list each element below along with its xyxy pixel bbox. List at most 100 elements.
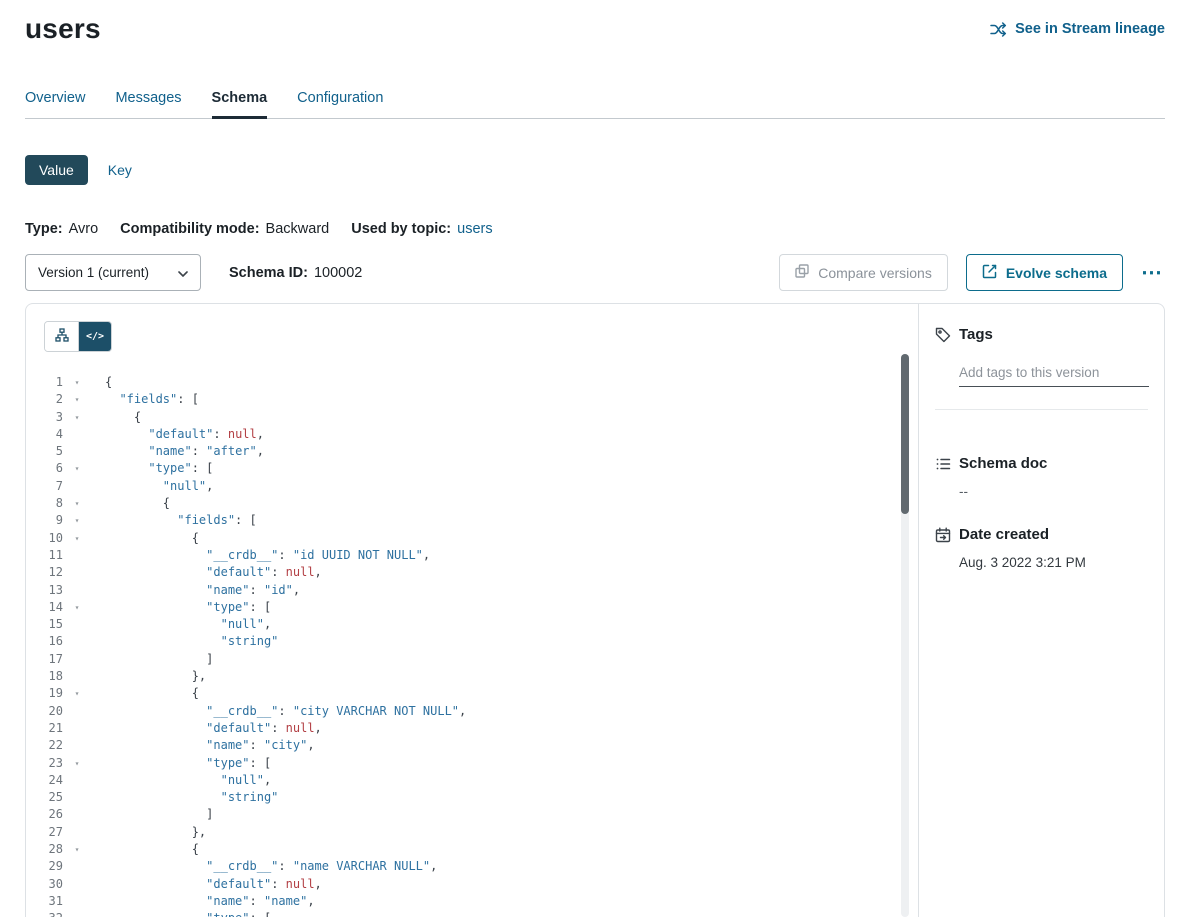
line-number: 25 [26,789,63,806]
collapse-caret-icon[interactable]: ▾ [70,512,84,529]
line-number: 17 [26,651,63,668]
chevron-down-icon [178,265,188,280]
line-number: 6 [26,460,63,477]
line-number: 10 [26,530,63,547]
line-number: 5 [26,443,63,460]
version-select[interactable]: Version 1 (current) [25,254,201,291]
code-text: "default": null, [105,564,322,581]
line-number: 1 [26,374,63,391]
code-lines: 1▾{2▾ "fields": [3▾ {4 "default": null,5… [26,374,918,917]
schema-doc-title: Schema doc [959,455,1047,472]
code-line: 5 "name": "after", [26,443,918,460]
collapse-caret-icon[interactable]: ▾ [70,391,84,408]
date-created-heading: Date created [935,526,1148,543]
topic-link[interactable]: users [457,221,492,237]
page-title: users [25,12,101,46]
schema-id-label: Schema ID: [229,265,308,281]
line-number: 8 [26,495,63,512]
code-line: 27 }, [26,824,918,841]
code-line: 20 "__crdb__": "city VARCHAR NOT NULL", [26,703,918,720]
date-created-value: Aug. 3 2022 3:21 PM [959,555,1148,570]
collapse-caret-icon[interactable]: ▾ [70,685,84,702]
code-text: ] [105,651,213,668]
collapse-caret-icon[interactable]: ▾ [70,599,84,616]
code-line: 31 "name": "name", [26,893,918,910]
line-number: 26 [26,806,63,823]
edit-icon [982,264,997,282]
code-text: "__crdb__": "name VARCHAR NULL", [105,858,437,875]
caret-spacer [70,616,84,633]
page: users See in Stream lineage Overview Mes… [0,0,1189,916]
code-line: 14▾ "type": [ [26,599,918,616]
code-text: ] [105,806,213,823]
code-line: 11 "__crdb__": "id UUID NOT NULL", [26,547,918,564]
editor-scrollbar[interactable] [901,354,909,917]
code-line: 15 "null", [26,616,918,633]
collapse-caret-icon[interactable]: ▾ [70,495,84,512]
code-line: 19▾ { [26,685,918,702]
tab-messages[interactable]: Messages [115,90,181,118]
more-options-button[interactable]: ⋯ [1139,263,1165,283]
caret-spacer [70,876,84,893]
collapse-caret-icon[interactable]: ▾ [70,841,84,858]
code-line: 18 }, [26,668,918,685]
caret-spacer [70,703,84,720]
caret-spacer [70,547,84,564]
caret-spacer [70,806,84,823]
compare-icon [795,264,809,281]
meta-compat-value: Backward [266,221,330,237]
meta-type-label: Type: [25,221,63,237]
line-number: 14 [26,599,63,616]
meta-topic-label: Used by topic: [351,221,451,237]
code-text: }, [105,824,206,841]
code-line: 6 ▾ "type": [ [26,460,918,477]
editor-scrollbar-thumb[interactable] [901,354,909,514]
line-number: 16 [26,633,63,650]
stream-lineage-link[interactable]: See in Stream lineage [990,21,1165,37]
add-tags-input[interactable] [959,363,1149,387]
meta-compat-label: Compatibility mode: [120,221,259,237]
schema-doc-heading: Schema doc [935,455,1148,472]
list-icon [935,456,951,472]
code-view-button[interactable]: </> [78,322,111,351]
schema-editor: </> 1▾{2▾ "fields": [3▾ {4 "default": nu… [26,304,919,917]
key-toggle-button[interactable]: Key [102,155,138,185]
line-number: 21 [26,720,63,737]
collapse-caret-icon[interactable]: ▾ [70,755,84,772]
meta-type: Type:Avro [25,221,98,237]
code-line: 1▾{ [26,374,918,391]
code-text: "default": null, [105,876,322,893]
value-toggle-button[interactable]: Value [25,155,88,185]
code-text: "default": null, [105,720,322,737]
caret-spacer [70,720,84,737]
line-number: 13 [26,582,63,599]
collapse-caret-icon[interactable]: ▾ [70,409,84,426]
compare-versions-button[interactable]: Compare versions [779,254,948,291]
line-number: 29 [26,858,63,875]
caret-spacer [70,668,84,685]
collapse-caret-icon[interactable]: ▾ [70,460,84,477]
line-number: 2 [26,391,63,408]
code-line: 3▾ { [26,409,918,426]
collapse-caret-icon[interactable]: ▾ [70,530,84,547]
version-select-value: Version 1 (current) [38,265,149,280]
tab-schema[interactable]: Schema [212,90,268,118]
code-text: "fields": [ [105,512,257,529]
tree-view-button[interactable] [45,322,78,351]
evolve-schema-button[interactable]: Evolve schema [966,254,1123,291]
code-text: { [105,530,199,547]
code-line: 16 "string" [26,633,918,650]
code-line: 29 "__crdb__": "name VARCHAR NULL", [26,858,918,875]
tab-overview[interactable]: Overview [25,90,85,118]
code-text: }, [105,668,206,685]
tab-bar: Overview Messages Schema Configuration [25,90,1165,119]
code-text: "name": "city", [105,737,315,754]
tab-configuration[interactable]: Configuration [297,90,383,118]
code-line: 23▾ "type": [ [26,755,918,772]
caret-spacer [70,426,84,443]
code-text: "type": [ [105,460,213,477]
collapse-caret-icon[interactable]: ▾ [70,374,84,391]
caret-spacer [70,824,84,841]
code-text: "null", [105,772,271,789]
caret-spacer [70,651,84,668]
